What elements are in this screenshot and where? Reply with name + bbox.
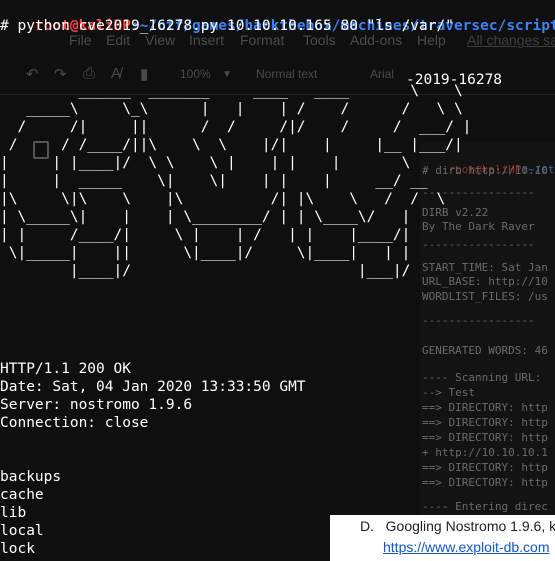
http-date-header: Date: Sat, 04 Jan 2020 13:33:50 GMT — [0, 379, 306, 395]
ascii-banner: ______ _______ ____ ____ \ \ _____\ \_\ … — [0, 83, 472, 279]
http-status-line: HTTP/1.1 200 OK — [0, 361, 131, 377]
main-terminal[interactable]: root@kaliHP:~/ctf/games/hackthebox/machi… — [0, 0, 555, 561]
listing-entry: lib — [0, 505, 27, 521]
listing-entry: lock — [0, 541, 35, 557]
http-connection-header: Connection: close — [0, 415, 149, 431]
listing-entry: backups — [0, 469, 62, 485]
http-server-header: Server: nostromo 1.9.6 — [0, 397, 193, 413]
listing-entry: local — [0, 523, 44, 539]
listing-entry: cache — [0, 487, 44, 503]
command-line: # python cve2019_16278.py 10.10.10.165 8… — [0, 18, 454, 34]
